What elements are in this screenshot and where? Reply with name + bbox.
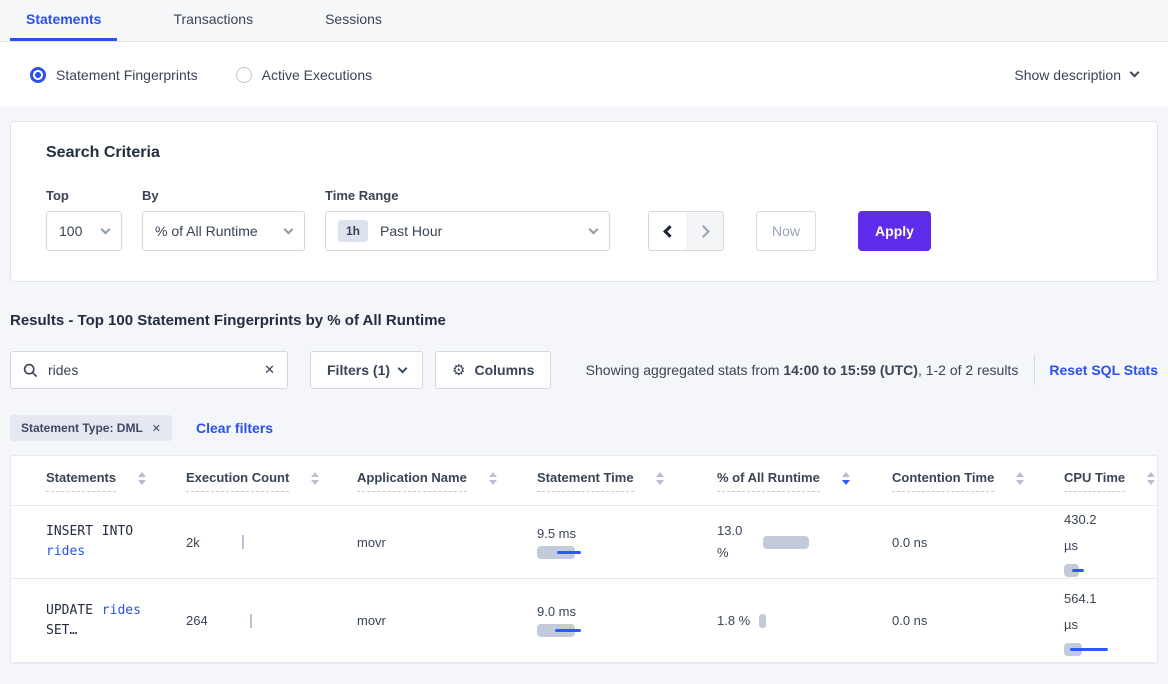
- statement-link[interactable]: rides: [46, 544, 85, 559]
- results-controls-row: ✕ Filters (1) ⚙ Columns Showing aggregat…: [10, 351, 1158, 389]
- time-range-select[interactable]: 1h Past Hour: [325, 211, 610, 251]
- radio-statement-fingerprints[interactable]: Statement Fingerprints: [30, 67, 198, 83]
- sort-icon[interactable]: [1016, 472, 1024, 485]
- execution-count-bar: [250, 614, 252, 628]
- show-description-toggle[interactable]: Show description: [1014, 67, 1138, 83]
- apply-button[interactable]: Apply: [858, 211, 931, 251]
- sort-icon[interactable]: [656, 472, 664, 485]
- radio-statement-fingerprints-label: Statement Fingerprints: [56, 67, 198, 83]
- filter-chip-statement-type[interactable]: Statement Type: DML ✕: [10, 415, 172, 441]
- statement-time-value: 9.5 ms: [537, 526, 585, 541]
- by-label: By: [142, 188, 305, 203]
- cpu-time-bar: [1064, 564, 1088, 577]
- sort-icon[interactable]: [311, 472, 319, 485]
- top-label: Top: [46, 188, 122, 203]
- statement-link[interactable]: rides: [102, 603, 141, 618]
- clear-filters-link[interactable]: Clear filters: [196, 420, 273, 436]
- divider: [1034, 355, 1035, 385]
- chevron-down-icon: [284, 224, 294, 234]
- contention-time-value: 0.0 ns: [892, 535, 927, 550]
- sort-icon[interactable]: [138, 472, 146, 485]
- filter-chips-row: Statement Type: DML ✕ Clear filters: [10, 415, 1158, 441]
- show-description-label: Show description: [1014, 67, 1121, 83]
- by-select[interactable]: % of All Runtime: [142, 211, 305, 251]
- contention-time-value: 0.0 ns: [892, 613, 927, 628]
- table-row: INSERT INTO rides 2k movr 9.5 ms 13.0 % …: [11, 506, 1157, 579]
- gear-icon: ⚙: [452, 361, 465, 379]
- chevron-down-icon: [398, 363, 408, 373]
- radio-selected-icon: [30, 67, 46, 83]
- search-icon: [23, 363, 38, 378]
- statement-time-bar: [537, 624, 585, 637]
- execution-count-value: 264: [186, 613, 208, 628]
- view-toggle-row: Statement Fingerprints Active Executions…: [0, 42, 1168, 107]
- chevron-down-icon: [589, 224, 599, 234]
- radio-active-executions-label: Active Executions: [262, 67, 373, 83]
- time-prev-button[interactable]: [649, 212, 686, 250]
- table-row: UPDATE rides SET… 264 movr 9.0 ms 1.8 % …: [11, 579, 1157, 663]
- time-nav-arrows: [648, 211, 724, 251]
- search-input[interactable]: [48, 362, 254, 378]
- time-range-badge: 1h: [338, 220, 368, 242]
- pct-runtime-value: 13.0 %: [717, 520, 751, 564]
- filter-chip-label: Statement Type: DML: [21, 421, 143, 435]
- pct-runtime-value: 1.8 %: [717, 613, 750, 628]
- col-header-contention-time[interactable]: Contention Time: [892, 470, 994, 492]
- time-next-button[interactable]: [686, 212, 723, 250]
- execution-count-bar: [242, 535, 244, 549]
- col-header-execution-count[interactable]: Execution Count: [186, 470, 289, 492]
- pct-runtime-bar: [763, 536, 809, 549]
- col-header-application-name[interactable]: Application Name: [357, 470, 467, 492]
- statement-time-bar: [537, 546, 585, 559]
- application-name-value: movr: [357, 613, 386, 628]
- top-select-value: 100: [59, 223, 82, 239]
- pct-runtime-bar: [759, 614, 766, 628]
- time-range-value: Past Hour: [380, 223, 442, 239]
- cpu-time-bar: [1064, 643, 1110, 656]
- columns-button-label: Columns: [474, 362, 534, 378]
- execution-count-value: 2k: [186, 535, 200, 550]
- tab-statements[interactable]: Statements: [10, 0, 117, 41]
- chevron-right-icon: [697, 225, 710, 238]
- sql-activity-tabbar: Statements Transactions Sessions: [0, 0, 1168, 42]
- table-header-row: Statements Execution Count Application N…: [11, 456, 1157, 506]
- col-header-statements[interactable]: Statements: [46, 470, 116, 492]
- statement-time-value: 9.0 ms: [537, 604, 585, 619]
- statements-table: Statements Execution Count Application N…: [10, 455, 1158, 664]
- reset-sql-stats-link[interactable]: Reset SQL Stats: [1049, 362, 1158, 378]
- col-header-pct-runtime[interactable]: % of All Runtime: [717, 470, 820, 492]
- statement-fingerprint: UPDATE rides SET…: [46, 601, 162, 641]
- remove-filter-icon[interactable]: ✕: [152, 422, 161, 435]
- col-header-cpu-time[interactable]: CPU Time: [1064, 470, 1125, 492]
- statement-fingerprint: INSERT INTO rides: [46, 522, 162, 562]
- clear-search-icon[interactable]: ✕: [264, 362, 275, 378]
- time-range-label: Time Range: [325, 188, 610, 203]
- by-select-value: % of All Runtime: [155, 223, 258, 239]
- chevron-down-icon: [101, 224, 111, 234]
- aggregated-stats-text: Showing aggregated stats from 14:00 to 1…: [586, 362, 1019, 378]
- now-button[interactable]: Now: [756, 211, 816, 251]
- results-heading: Results - Top 100 Statement Fingerprints…: [10, 312, 1158, 329]
- radio-active-executions[interactable]: Active Executions: [236, 67, 373, 83]
- filters-button-label: Filters (1): [327, 362, 390, 378]
- top-select[interactable]: 100: [46, 211, 122, 251]
- search-criteria-title: Search Criteria: [46, 144, 1122, 162]
- sort-icon-active-desc[interactable]: [842, 472, 850, 485]
- chevron-left-icon: [663, 225, 676, 238]
- cpu-time-value: 564.1 µs: [1064, 586, 1106, 638]
- sort-icon[interactable]: [489, 472, 497, 485]
- application-name-value: movr: [357, 535, 386, 550]
- col-header-statement-time[interactable]: Statement Time: [537, 470, 634, 492]
- tab-sessions[interactable]: Sessions: [309, 0, 398, 41]
- statement-search-box: ✕: [10, 351, 288, 389]
- columns-button[interactable]: ⚙ Columns: [435, 351, 551, 389]
- sort-icon[interactable]: [1147, 472, 1155, 485]
- filters-button[interactable]: Filters (1): [310, 351, 423, 389]
- cpu-time-value: 430.2 µs: [1064, 507, 1106, 559]
- tab-transactions[interactable]: Transactions: [157, 0, 269, 41]
- chevron-down-icon: [1130, 68, 1140, 78]
- radio-unselected-icon: [236, 67, 252, 83]
- search-criteria-card: Search Criteria Top 100 By % of All Runt…: [10, 121, 1158, 282]
